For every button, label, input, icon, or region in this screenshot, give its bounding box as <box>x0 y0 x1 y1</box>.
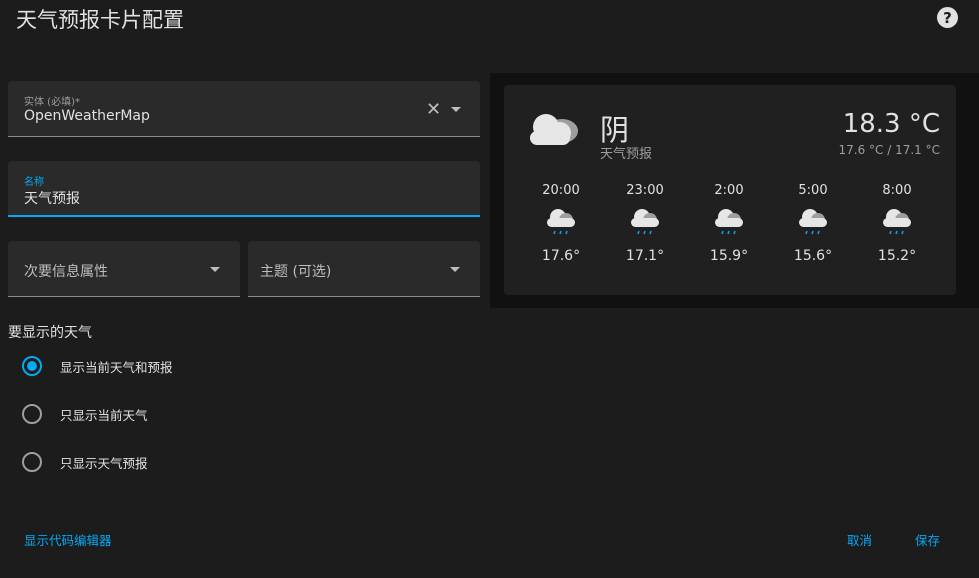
show-code-editor-button[interactable]: 显示代码编辑器 <box>24 530 112 549</box>
theme-placeholder: 主题 (可选) <box>260 264 332 280</box>
save-button[interactable]: 保存 <box>915 530 940 549</box>
forecast-time: 23:00 <box>626 183 664 198</box>
radio-show-forecast[interactable]: 只显示天气预报 <box>22 452 148 472</box>
rainy-icon <box>799 209 827 235</box>
radio-show-both[interactable]: 显示当前天气和预报 <box>22 356 173 376</box>
temperature-high-low: 17.6 °C / 17.1 °C <box>838 143 941 157</box>
secondary-info-placeholder: 次要信息属性 <box>24 264 108 280</box>
weather-forecast-card[interactable]: 阴 天气预报 18.3 °C 17.6 °C / 17.1 °C 20:00 1… <box>504 85 956 295</box>
show-section-title: 要显示的天气 <box>8 325 92 341</box>
rainy-icon <box>631 209 659 235</box>
entity-field-label: 实体 (必填)* <box>24 97 80 108</box>
chevron-down-icon[interactable] <box>210 267 220 272</box>
entity-field[interactable]: 实体 (必填)* OpenWeatherMap ✕ <box>8 81 480 137</box>
chevron-down-icon[interactable] <box>450 267 460 272</box>
radio-button[interactable] <box>22 452 42 472</box>
forecast-temp: 15.9° <box>709 248 749 264</box>
forecast-time: 20:00 <box>542 183 580 198</box>
secondary-info-select[interactable]: 次要信息属性 <box>8 241 240 297</box>
forecast-time: 2:00 <box>714 183 744 198</box>
forecast-temp: 15.2° <box>877 248 917 264</box>
question-icon: ? <box>943 8 952 27</box>
name-field-label: 名称 <box>24 177 44 188</box>
cancel-button[interactable]: 取消 <box>847 530 872 549</box>
dialog-title: 天气预报卡片配置 <box>16 8 184 32</box>
clear-icon[interactable]: ✕ <box>426 101 441 119</box>
forecast-item: 2:00 15.9° <box>699 183 759 264</box>
forecast-item: 5:00 15.6° <box>783 183 843 264</box>
help-button[interactable]: ? <box>937 7 958 28</box>
name-field-value[interactable]: 天气预报 <box>24 188 80 208</box>
rainy-icon <box>715 209 743 235</box>
forecast-time: 8:00 <box>882 183 912 198</box>
forecast-item: 8:00 15.2° <box>867 183 927 264</box>
radio-show-current[interactable]: 只显示当前天气 <box>22 404 148 424</box>
cloudy-icon <box>530 114 578 145</box>
theme-select[interactable]: 主题 (可选) <box>248 241 480 297</box>
name-field[interactable]: 名称 天气预报 <box>8 161 480 217</box>
radio-label: 只显示当前天气 <box>60 407 148 423</box>
forecast-temp: 17.6° <box>541 248 581 264</box>
rainy-icon <box>883 209 911 235</box>
weather-entity-name: 天气预报 <box>600 147 653 162</box>
current-temperature: 18.3 °C <box>842 109 940 139</box>
forecast-temp: 17.1° <box>625 248 665 264</box>
radio-label: 只显示天气预报 <box>60 455 148 471</box>
forecast-temp: 15.6° <box>793 248 833 264</box>
forecast-time: 5:00 <box>798 183 828 198</box>
entity-field-value[interactable]: OpenWeatherMap <box>24 108 150 124</box>
forecast-item: 23:00 17.1° <box>615 183 675 264</box>
radio-label: 显示当前天气和预报 <box>60 359 173 375</box>
radio-button[interactable] <box>22 404 42 424</box>
chevron-down-icon[interactable] <box>451 107 461 112</box>
forecast-item: 20:00 17.6° <box>531 183 591 264</box>
rainy-icon <box>547 209 575 235</box>
radio-button[interactable] <box>22 356 42 376</box>
card-preview: 阴 天气预报 18.3 °C 17.6 °C / 17.1 °C 20:00 1… <box>490 73 979 308</box>
